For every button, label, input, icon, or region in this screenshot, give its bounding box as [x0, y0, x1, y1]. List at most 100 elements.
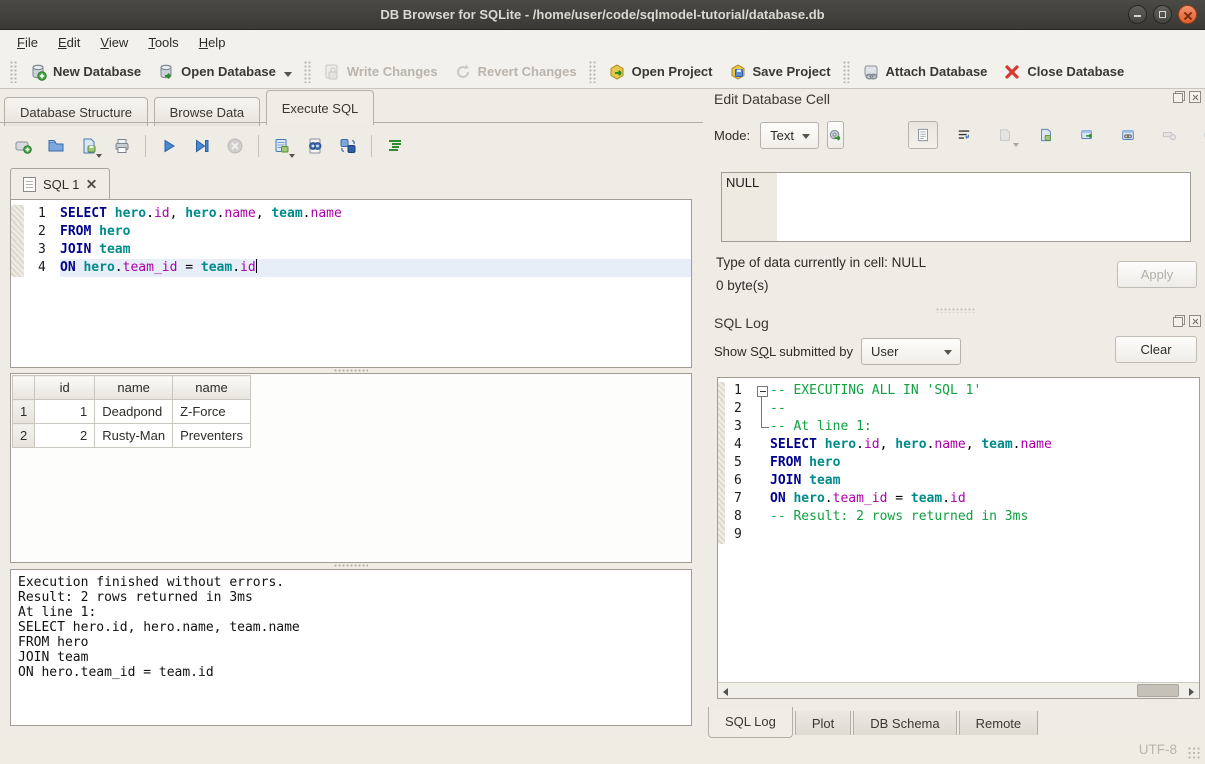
close-database-button[interactable]: Close Database [995, 59, 1132, 85]
tab-browse-data[interactable]: Browse Data [154, 97, 260, 126]
replace-button[interactable] [335, 133, 361, 159]
table-cell[interactable]: Rusty-Man [95, 424, 173, 448]
execute-current-line-button[interactable] [189, 133, 215, 159]
open-database-dropdown-icon[interactable] [284, 72, 292, 77]
scrollbar-track[interactable] [734, 683, 1183, 698]
submitted-by-select[interactable]: User [861, 338, 961, 365]
code-line[interactable]: 6JOIN team [718, 472, 1199, 490]
find-button[interactable] [302, 133, 328, 159]
column-header[interactable]: id [35, 376, 95, 400]
table-cell[interactable]: Deadpond [95, 400, 173, 424]
table-cell[interactable]: 1 [35, 400, 95, 424]
fold-column [754, 526, 770, 544]
tab-db-schema[interactable]: DB Schema [853, 711, 956, 738]
save-sql-dropdown-icon[interactable] [96, 154, 102, 158]
close-window-button[interactable] [1178, 5, 1197, 24]
column-header[interactable]: name [173, 376, 251, 400]
tab-plot[interactable]: Plot [795, 711, 851, 738]
print-cell-button[interactable] [1195, 121, 1205, 149]
execution-log[interactable]: Execution finished without errors. Resul… [10, 569, 692, 726]
toolbar-grip[interactable] [10, 61, 17, 83]
resize-grip[interactable] [1188, 747, 1202, 761]
menu-file[interactable]: File [8, 32, 47, 53]
corner-header[interactable] [13, 376, 35, 400]
scroll-right-arrow[interactable] [1183, 683, 1199, 698]
main-toolbar: New Database Open Database Write Changes… [0, 55, 1205, 89]
encoding-indicator[interactable]: UTF-8 [1139, 742, 1177, 757]
code-line[interactable]: 1SELECT hero.id, hero.name, team.name [11, 205, 691, 223]
minimize-button[interactable] [1128, 5, 1147, 24]
print-button[interactable] [109, 133, 135, 159]
code-line[interactable]: 2FROM hero [11, 223, 691, 241]
column-header[interactable]: name [95, 376, 173, 400]
code-line[interactable]: 4SELECT hero.id, hero.name, team.name [718, 436, 1199, 454]
new-tab-button[interactable] [10, 133, 36, 159]
clear-button[interactable]: Clear [1115, 336, 1197, 363]
cell-type-text: Type of data currently in cell: NULL [716, 255, 926, 270]
attach-database-button[interactable]: Attach Database [854, 59, 996, 85]
code-line[interactable]: 3-- At line 1: [718, 418, 1199, 436]
float-panel-icon[interactable] [1173, 91, 1185, 103]
row-header[interactable]: 2 [13, 424, 35, 448]
sql-editor[interactable]: 1SELECT hero.id, hero.name, team.name2FR… [10, 199, 692, 368]
maximize-button[interactable] [1153, 5, 1172, 24]
code-line[interactable]: 8-- Result: 2 rows returned in 3ms [718, 508, 1199, 526]
table-cell[interactable]: Z-Force [173, 400, 251, 424]
code-line[interactable]: 7ON hero.team_id = team.id [718, 490, 1199, 508]
auto-switch-mode-button[interactable] [827, 121, 844, 149]
tab-remote[interactable]: Remote [959, 711, 1039, 738]
mode-select[interactable]: Text [760, 122, 819, 149]
table-row[interactable]: 11DeadpondZ-Force [13, 400, 251, 424]
scroll-left-arrow[interactable] [718, 683, 734, 698]
code-line[interactable]: 1-- EXECUTING ALL IN 'SQL 1' [718, 382, 1199, 400]
open-in-external-button[interactable] [1072, 121, 1102, 149]
scrollbar-thumb[interactable] [1137, 684, 1179, 697]
save-results-button[interactable] [269, 133, 295, 159]
sql-log-view[interactable]: 1-- EXECUTING ALL IN 'SQL 1'2--3-- At li… [717, 377, 1200, 699]
code-line[interactable]: 2-- [718, 400, 1199, 418]
tab-execute-sql[interactable]: Execute SQL [266, 90, 375, 125]
open-project-button[interactable]: Open Project [600, 59, 721, 85]
auto-format-button[interactable] [382, 133, 408, 159]
open-database-button[interactable]: Open Database [149, 59, 300, 85]
save-sql-file-button[interactable] [76, 133, 102, 159]
table-cell[interactable]: Preventers [173, 424, 251, 448]
code-line[interactable]: 4ON hero.team_id = team.id [11, 259, 691, 277]
fold-marker[interactable] [754, 382, 770, 400]
table-row[interactable]: 22Rusty-ManPreventers [13, 424, 251, 448]
menu-help[interactable]: Help [190, 32, 235, 53]
menu-edit[interactable]: Edit [49, 32, 89, 53]
sql-toolbar-separator [145, 135, 146, 157]
tab-sql-log[interactable]: SQL Log [708, 707, 793, 738]
horizontal-scrollbar[interactable] [718, 682, 1199, 698]
tab-database-structure[interactable]: Database Structure [4, 97, 148, 126]
sql1-tab[interactable]: SQL 1 [10, 168, 110, 199]
word-wrap-button[interactable] [949, 121, 979, 149]
table-cell[interactable]: 2 [35, 424, 95, 448]
menu-tools[interactable]: Tools [139, 32, 187, 53]
close-panel-icon[interactable] [1189, 315, 1201, 327]
float-panel-icon[interactable] [1173, 315, 1185, 327]
stop-button [222, 133, 248, 159]
code-line[interactable]: 9 [718, 526, 1199, 544]
close-panel-icon[interactable] [1189, 91, 1201, 103]
new-database-button[interactable]: New Database [21, 59, 149, 85]
export-data-button[interactable] [1031, 121, 1061, 149]
row-header[interactable]: 1 [13, 400, 35, 424]
splitter-handle[interactable] [10, 564, 692, 568]
attach-database-icon [862, 63, 880, 81]
fold-column [754, 454, 770, 472]
menu-view[interactable]: View [91, 32, 137, 53]
save-project-button[interactable]: Save Project [721, 59, 839, 85]
save-results-dropdown-icon[interactable] [289, 154, 295, 158]
close-tab-icon[interactable] [86, 179, 97, 190]
execute-all-button[interactable] [156, 133, 182, 159]
cell-value-editor[interactable]: NULL [721, 172, 1191, 242]
code-line[interactable]: 5FROM hero [718, 454, 1199, 472]
open-sql-file-button[interactable] [43, 133, 69, 159]
show-sql-label: Show SQL submitted by [714, 344, 853, 359]
copy-link-button[interactable] [1113, 121, 1143, 149]
text-mode-button[interactable] [908, 121, 938, 149]
titlebar[interactable]: DB Browser for SQLite - /home/user/code/… [0, 0, 1205, 30]
code-line[interactable]: 3JOIN team [11, 241, 691, 259]
